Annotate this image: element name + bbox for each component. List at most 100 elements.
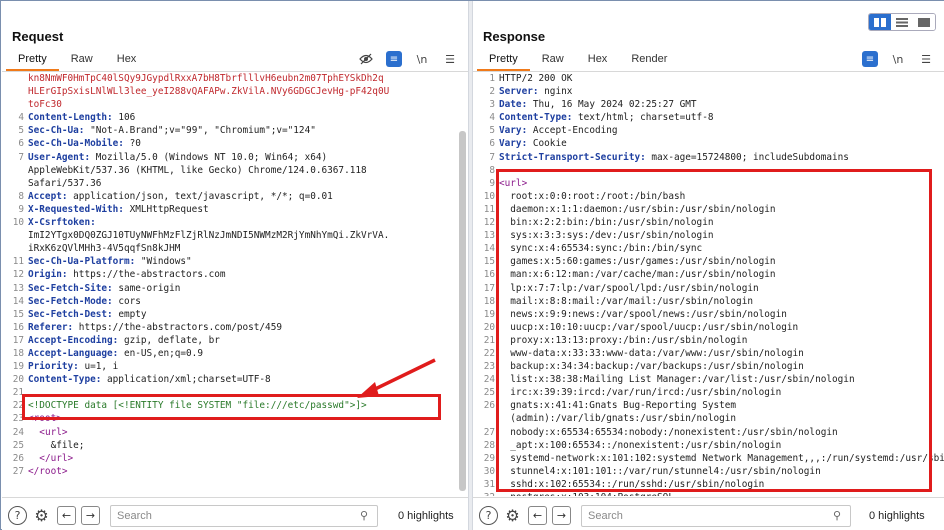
line-number: 6 [18, 138, 24, 150]
code-token: empty [112, 308, 147, 320]
response-code-line: 3 Date: Thu, 16 May 2024 02:25:27 GMT [473, 98, 944, 111]
line-number: 7 [18, 151, 24, 163]
line-text: Sec-Ch-Ua-Mobile: ?0 [28, 137, 468, 150]
response-code-line: 1 HTTP/2 200 OK [473, 72, 944, 85]
split-view-icon[interactable] [869, 14, 891, 30]
request-tab-hex[interactable]: Hex [105, 51, 149, 71]
wrap-lines-icon[interactable]: ≡ [862, 51, 878, 67]
line-text: AppleWebKit/537.36 (KHTML, like Gecko) C… [28, 164, 468, 177]
menu-icon[interactable]: ☰ [442, 51, 458, 67]
line-text: Origin: https://the-abstractors.com [28, 268, 468, 281]
newline-icon[interactable]: \n [414, 51, 430, 67]
line-number: 16 [12, 321, 24, 333]
back-arrow-icon[interactable]: ← [528, 506, 547, 525]
code-token: "Not-A.Brand";v="99", "Chromium";v="124" [84, 125, 316, 137]
hide-icon[interactable] [358, 51, 374, 67]
request-tabs: Pretty Raw Hex [6, 51, 148, 71]
request-code-line: 25 &file; [2, 439, 468, 452]
code-token: Accept-Encoding: [28, 334, 119, 346]
request-code-line: 6 Sec-Ch-Ua-Mobile: ?0 [2, 137, 468, 150]
code-token: postgres:x:103:104:PostgreSQL [499, 492, 674, 496]
line-number: 1 [489, 73, 495, 84]
code-token: Content-Type: [28, 374, 102, 386]
code-token: nginx [538, 86, 573, 98]
request-code-line: Safari/537.36 [2, 177, 468, 190]
request-tab-pretty[interactable]: Pretty [6, 51, 59, 71]
line-number: 12 [12, 269, 24, 281]
line-text: Safari/537.36 [28, 177, 468, 190]
code-token: ?0 [123, 138, 141, 150]
request-scrollbar[interactable] [459, 73, 466, 493]
line-number: 24 [12, 426, 24, 438]
code-token: Safari/537.36 [28, 177, 102, 189]
request-search-input[interactable] [110, 505, 378, 527]
help-icon[interactable]: ? [8, 506, 27, 525]
line-number [2, 242, 28, 255]
code-token: Sec-Ch-Ua: [28, 125, 85, 137]
line-number: 3 [489, 99, 495, 111]
line-text: Accept-Encoding: gzip, deflate, br [28, 334, 468, 347]
menu-icon[interactable]: ☰ [918, 51, 934, 67]
settings-gear-icon[interactable]: ⚙ [32, 506, 51, 525]
line-text: <url> [28, 426, 468, 439]
search-icon: ⚲ [833, 509, 842, 522]
line-number: 10 [12, 217, 24, 229]
request-highlights-count: 0 highlights [398, 510, 454, 522]
response-search-input[interactable] [581, 505, 851, 527]
line-text: Sec-Fetch-Dest: empty [28, 308, 468, 321]
code-token: Sec-Fetch-Site: [28, 282, 113, 294]
code-token: Sec-Ch-Ua-Mobile: [28, 138, 124, 150]
response-tab-pretty[interactable]: Pretty [477, 51, 530, 71]
search-icon: ⚲ [360, 509, 369, 522]
request-code-line: 27 </root> [2, 465, 468, 478]
response-tab-hex[interactable]: Hex [576, 51, 620, 71]
line-number: 19 [12, 361, 24, 373]
help-icon[interactable]: ? [479, 506, 498, 525]
code-token: u=1, i [78, 361, 119, 373]
code-token: https://the-abstractors.com/post/459 [73, 321, 282, 333]
code-token: User-Agent: [28, 151, 91, 163]
code-token: Accept-Encoding [527, 125, 618, 137]
code-token: Sec-Fetch-Dest: [28, 308, 113, 320]
response-passwd-highlight-box [496, 169, 932, 492]
request-code-line: 12 Origin: https://the-abstractors.com [2, 268, 468, 281]
response-code-line: 6 Vary: Cookie [473, 137, 944, 150]
forward-arrow-icon[interactable]: → [81, 506, 100, 525]
response-tab-render[interactable]: Render [619, 51, 679, 71]
code-token: max-age=15724800; includeSubdomains [645, 151, 849, 163]
request-code-line: 14 Sec-Fetch-Mode: cors [2, 295, 468, 308]
response-tab-raw[interactable]: Raw [530, 51, 576, 71]
code-token: iRxK6zQVlMHh3-4V5qqfSn8kJHM [28, 243, 181, 255]
horizontal-view-icon[interactable] [891, 14, 913, 30]
line-text: Accept: application/json, text/javascrip… [28, 190, 468, 203]
code-token: XMLHttpRequest [123, 203, 209, 215]
request-pane: Request Pretty Raw Hex ≡ \n ☰ kn8NmWF0Hm… [2, 1, 468, 530]
line-number [2, 85, 28, 98]
request-tab-raw[interactable]: Raw [59, 51, 105, 71]
response-code-line: 4 Content-Type: text/html; charset=utf-8 [473, 111, 944, 124]
line-text: Vary: Cookie [499, 137, 944, 150]
settings-gear-icon[interactable]: ⚙ [503, 506, 522, 525]
newline-icon[interactable]: \n [890, 51, 906, 67]
back-arrow-icon[interactable]: ← [57, 506, 76, 525]
line-number: 4 [18, 112, 24, 124]
code-token: Date: [499, 99, 528, 111]
code-token: HTTP/2 200 OK [499, 73, 573, 84]
forward-arrow-icon[interactable]: → [552, 506, 571, 525]
line-number: 27 [12, 465, 24, 477]
request-code-line: 15 Sec-Fetch-Dest: empty [2, 308, 468, 321]
line-text: Strict-Transport-Security: max-age=15724… [499, 151, 944, 164]
wrap-lines-icon[interactable]: ≡ [386, 51, 402, 67]
request-editor[interactable]: kn8NmWF0HmTpC40lSQy9JGypdlRxxA7bH8Tbrfll… [2, 72, 468, 496]
line-number: 17 [12, 334, 24, 346]
code-token: H6eubn2m07TphEYSkDh2q [265, 73, 384, 84]
request-code-line: kn8NmWF0HmTpC40lSQy9JGypdlRxxA7bH8Tbrfll… [2, 72, 468, 85]
single-view-icon[interactable] [913, 14, 935, 30]
code-token: HLErGIpSxisLNlWLl3lee_yeI288vQAFAPw.ZkVi… [28, 86, 390, 98]
line-number: 9 [18, 203, 24, 215]
code-token: Content-Length: [28, 112, 113, 124]
code-token: X-Csrftoken: [28, 217, 96, 229]
request-code-line: 4 Content-Length: 106 [2, 111, 468, 124]
request-scroll-thumb[interactable] [459, 131, 466, 491]
